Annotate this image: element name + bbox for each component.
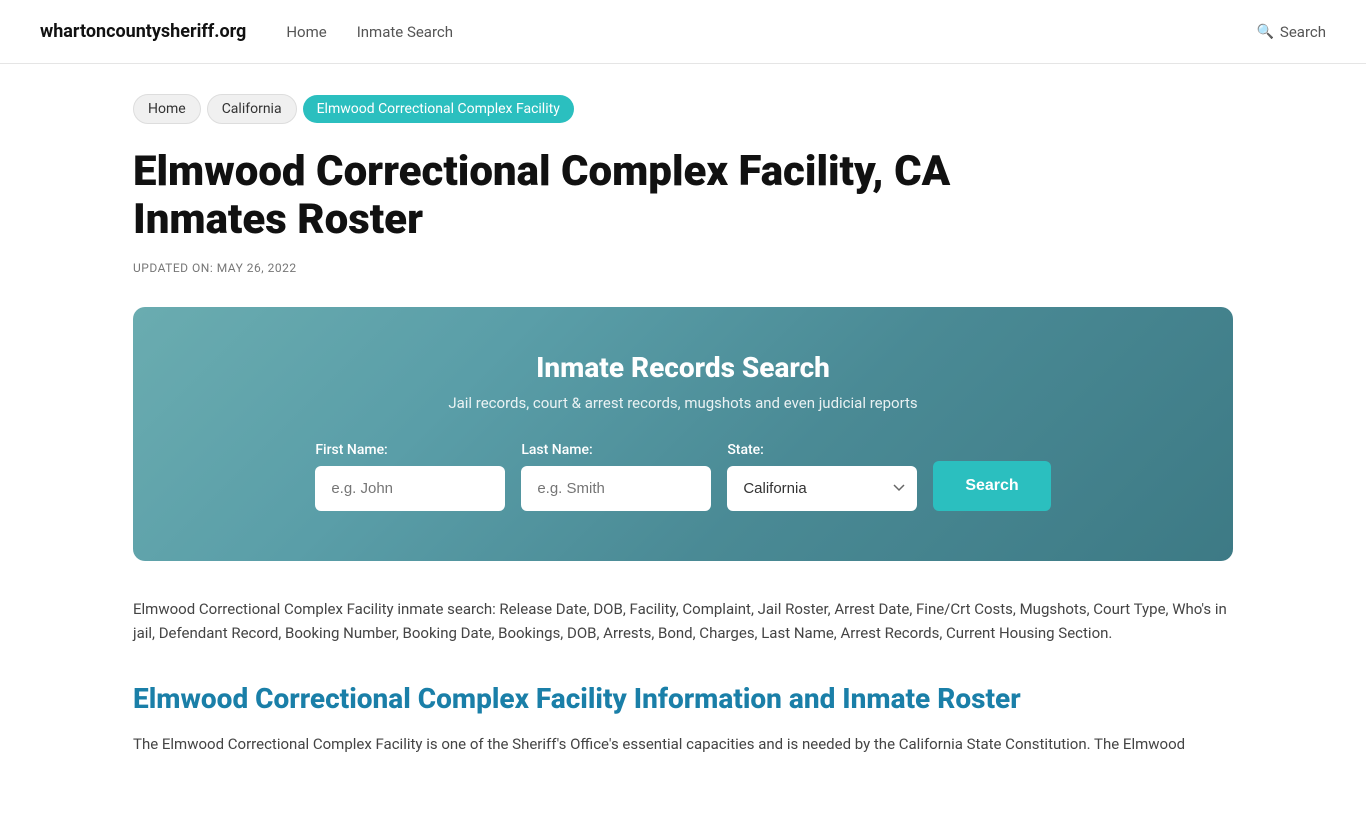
breadcrumb-california[interactable]: California [207, 94, 297, 124]
section-body: The Elmwood Correctional Complex Facilit… [133, 732, 1233, 757]
breadcrumb-current[interactable]: Elmwood Correctional Complex Facility [303, 95, 574, 123]
breadcrumb: Home California Elmwood Correctional Com… [133, 94, 1233, 124]
search-icon: 🔍 [1256, 24, 1273, 40]
last-name-label: Last Name: [521, 442, 711, 458]
search-section-subtitle: Jail records, court & arrest records, mu… [193, 394, 1173, 412]
first-name-group: First Name: [315, 442, 505, 511]
main-content: Home California Elmwood Correctional Com… [93, 64, 1273, 816]
state-group: State: AlabamaAlaskaArizonaArkansasCalif… [727, 442, 917, 511]
page-title: Elmwood Correctional Complex Facility, C… [133, 148, 1033, 245]
breadcrumb-home[interactable]: Home [133, 94, 201, 124]
navbar: whartoncountysheriff.org Home Inmate Sea… [0, 0, 1366, 64]
facility-description: Elmwood Correctional Complex Facility in… [133, 597, 1233, 647]
last-name-input[interactable] [521, 466, 711, 511]
search-button[interactable]: Search [933, 461, 1050, 511]
inmate-records-search-section: Inmate Records Search Jail records, cour… [133, 307, 1233, 561]
search-section-title: Inmate Records Search [193, 351, 1173, 384]
nav-search-label: Search [1280, 23, 1326, 41]
nav-inmate-search[interactable]: Inmate Search [357, 23, 453, 41]
site-brand[interactable]: whartoncountysheriff.org [40, 21, 246, 42]
nav-search-button[interactable]: 🔍 Search [1256, 23, 1326, 41]
first-name-input[interactable] [315, 466, 505, 511]
nav-links: Home Inmate Search [286, 23, 1216, 41]
updated-label: UPDATED ON: MAY 26, 2022 [133, 261, 1233, 275]
first-name-label: First Name: [315, 442, 505, 458]
state-select[interactable]: AlabamaAlaskaArizonaArkansasCaliforniaCo… [727, 466, 917, 511]
search-form: First Name: Last Name: State: AlabamaAla… [193, 442, 1173, 511]
state-label: State: [727, 442, 917, 458]
section-heading: Elmwood Correctional Complex Facility In… [133, 682, 1233, 716]
last-name-group: Last Name: [521, 442, 711, 511]
nav-home[interactable]: Home [286, 23, 326, 41]
